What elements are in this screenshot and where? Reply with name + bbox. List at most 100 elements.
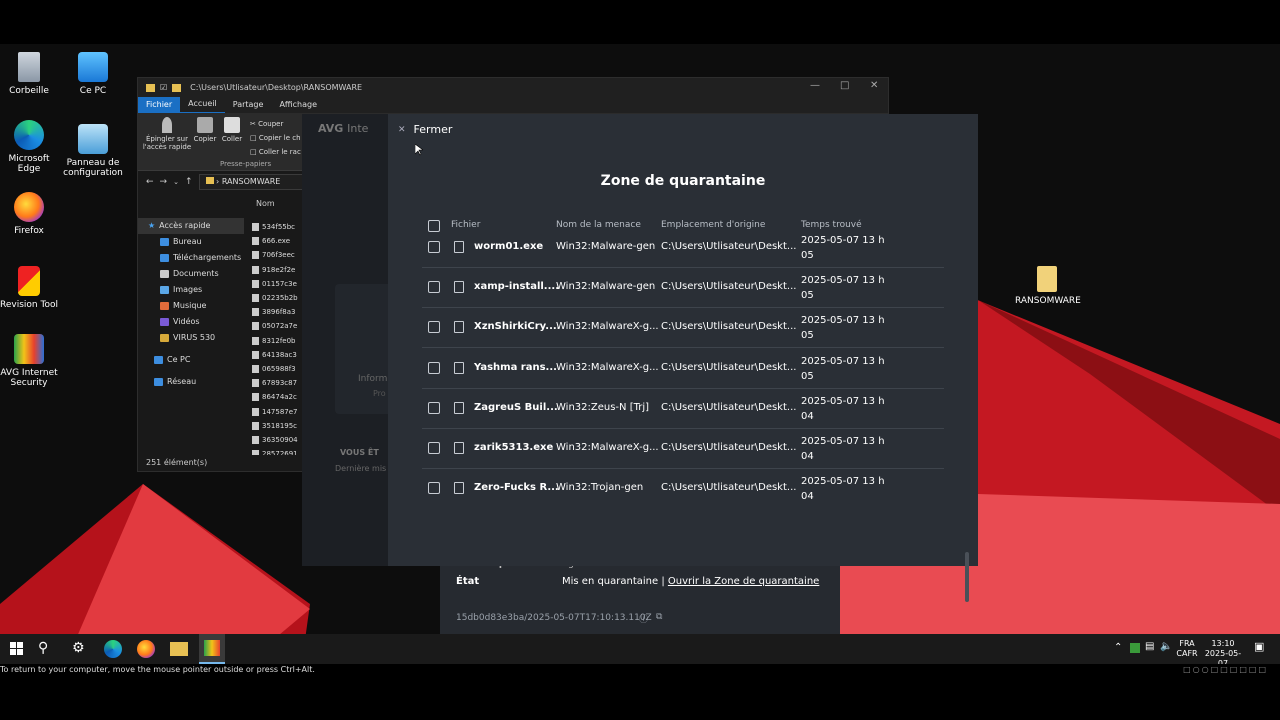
time-found: 2025-05-07 13 h 05 [801, 275, 885, 302]
file-row[interactable]: 147587e7 [252, 404, 304, 418]
file-row[interactable]: 065988f3 [252, 362, 304, 376]
row-checkbox[interactable] [428, 482, 440, 495]
row-checkbox[interactable] [428, 321, 440, 334]
header-time[interactable]: Temps trouvé [801, 220, 862, 230]
desktop-icon-edge[interactable]: Microsoft Edge [0, 120, 61, 174]
row-checkbox[interactable] [428, 281, 440, 294]
address-bar[interactable]: › RANSOMWARE [198, 174, 319, 190]
file-icon [252, 308, 259, 317]
nav-virus-folder[interactable]: VIRUS 530 [138, 330, 244, 346]
nav-downloads[interactable]: Téléchargements [138, 250, 244, 266]
network-icon[interactable]: ▤ [1145, 642, 1154, 652]
close-icon[interactable]: ✕ [870, 80, 878, 91]
header-file[interactable]: Fichier [451, 220, 480, 230]
threat-name: Win32:MalwareX-g... [556, 361, 659, 373]
row-checkbox[interactable] [428, 401, 440, 414]
desktop-icon-firefox[interactable]: Firefox [0, 192, 61, 236]
edge-taskbar-icon[interactable] [104, 640, 122, 658]
file-icon [252, 294, 259, 303]
file-row[interactable]: 918e2f2e [252, 263, 304, 277]
tab-file[interactable]: Fichier [138, 97, 181, 113]
paste-button[interactable]: Coller [220, 113, 244, 143]
nav-quick-access[interactable]: ★ Accès rapide [138, 218, 244, 234]
language-indicator[interactable]: FRA CAFR [1175, 639, 1199, 659]
quarantine-row[interactable]: zarik5313.exe Win32:MalwareX-g... C:\Users… [422, 429, 944, 469]
info-icon[interactable]: ⓘ [639, 612, 648, 625]
file-row[interactable]: 706f3eec [252, 248, 304, 262]
avg-logo: AVG Inte [318, 122, 368, 135]
scrollbar[interactable] [965, 552, 969, 602]
file-row[interactable]: 86474a2c [252, 390, 304, 404]
search-icon[interactable]: ⚲ [38, 640, 56, 658]
file-row[interactable]: 01157c3e [252, 277, 304, 291]
desktop-icon-control-panel[interactable]: Panneau de configuration [61, 124, 125, 178]
minimize-icon[interactable]: — [810, 80, 820, 91]
file-icon [252, 350, 259, 359]
copy-icon[interactable]: ⧉ [656, 612, 662, 622]
avg-status-heading: VOUS ÊT [340, 448, 379, 457]
file-row[interactable]: 05072a7e [252, 319, 304, 333]
file-row[interactable]: 8312fe0b [252, 334, 304, 348]
header-threat[interactable]: Nom de la menace [556, 220, 641, 230]
file-row[interactable]: 02235b2b [252, 291, 304, 305]
row-checkbox[interactable] [428, 361, 440, 374]
nav-music[interactable]: Musique [138, 298, 244, 314]
back-icon[interactable]: ← [146, 177, 154, 187]
nav-videos[interactable]: Vidéos [138, 314, 244, 330]
quarantine-row[interactable]: xamp-install.... Win32:Malware-gen C:\User… [422, 268, 944, 309]
chevron-down-icon[interactable]: ⌄ [173, 178, 179, 186]
volume-icon[interactable]: 🔈 [1160, 642, 1172, 652]
paste-shortcut-button[interactable]: □ Coller le rac [250, 145, 301, 159]
pin-button[interactable]: Épingler sur l'accès rapide [142, 113, 192, 151]
notification-icon[interactable]: ▣ [1254, 641, 1264, 652]
open-quarantine-link[interactable]: Ouvrir la Zone de quarantaine [668, 576, 819, 587]
file-row[interactable]: 3518195c [252, 419, 304, 433]
copy-path-button[interactable]: □ Copier le ch [250, 131, 301, 145]
file-row[interactable]: 666.exe [252, 234, 304, 248]
nav-pictures[interactable]: Images [138, 282, 244, 298]
nav-desktop[interactable]: Bureau [138, 234, 244, 250]
tray-chevron-icon[interactable]: ⌃ [1114, 643, 1122, 653]
file-row[interactable]: 534f55bc [252, 220, 304, 234]
tab-home[interactable]: Accueil [180, 96, 225, 114]
threat-name: Win32:Malware-gen [556, 241, 656, 252]
quarantine-row[interactable]: Zero-Fucks R... Win32:Trojan-gen C:\Users\… [422, 469, 944, 508]
tab-share[interactable]: Partage [225, 97, 272, 113]
quarantine-row[interactable]: ZagreuS Buil... Win32:Zeus-N [Trj] C:\User… [422, 389, 944, 429]
avg-taskbar-button[interactable] [199, 634, 225, 664]
windows-start-icon[interactable] [8, 640, 26, 658]
nav-documents[interactable]: Documents [138, 266, 244, 282]
desktop-icon-this-pc[interactable]: Ce PC [61, 52, 125, 96]
up-icon[interactable]: ↑ [185, 177, 193, 187]
column-header-name[interactable]: Nom [256, 199, 275, 208]
taskbar: ⚲ ⚙ ⌃ ▤ 🔈 FRA CAFR 13:10 2025-05-07 ▣ [0, 634, 1280, 668]
select-all-checkbox[interactable] [428, 220, 440, 232]
settings-gear-icon[interactable]: ⚙ [72, 640, 90, 658]
tray-app-icon[interactable] [1130, 643, 1140, 653]
copy-button[interactable]: Copier [193, 113, 217, 143]
cut-button[interactable]: ✂ Couper [250, 117, 301, 131]
quarantine-row[interactable]: Yashma rans... Win32:MalwareX-g... C:\User… [422, 349, 944, 389]
row-checkbox[interactable] [428, 442, 440, 454]
desktop-icon-ransomware-folder[interactable]: RANSOMWARE [1015, 266, 1081, 306]
maximize-icon[interactable]: □ [840, 80, 849, 91]
file-row[interactable]: 67893c87 [252, 376, 304, 390]
desktop-icon-avg[interactable]: AVG Internet Security [0, 334, 61, 388]
nav-this-pc[interactable]: Ce PC [138, 352, 244, 368]
desktop-icon-revision-tool[interactable]: Revision Tool [0, 266, 61, 310]
header-location[interactable]: Emplacement d'origine [661, 220, 765, 230]
tab-view[interactable]: Affichage [271, 97, 325, 113]
file-row[interactable]: 36350904 [252, 433, 304, 447]
file-explorer-taskbar-icon[interactable] [170, 642, 188, 656]
nav-network[interactable]: Réseau [138, 374, 244, 390]
forward-icon[interactable]: → [160, 177, 168, 187]
quarantine-row[interactable]: worm01.exe Win32:Malware-gen C:\Users\Utli… [422, 235, 944, 268]
quarantine-row[interactable]: XznShirkiCry.... Win32:MalwareX-g... C:\Us… [422, 308, 944, 349]
desktop-icon-recycle-bin[interactable]: Corbeille [0, 52, 61, 96]
file-row[interactable]: 3896f8a3 [252, 305, 304, 319]
close-button[interactable]: ✕ Fermer [398, 123, 452, 136]
state-label: État [456, 576, 480, 587]
row-checkbox[interactable] [428, 241, 440, 253]
file-row[interactable]: 64138ac3 [252, 348, 304, 362]
firefox-taskbar-icon[interactable] [137, 640, 155, 658]
